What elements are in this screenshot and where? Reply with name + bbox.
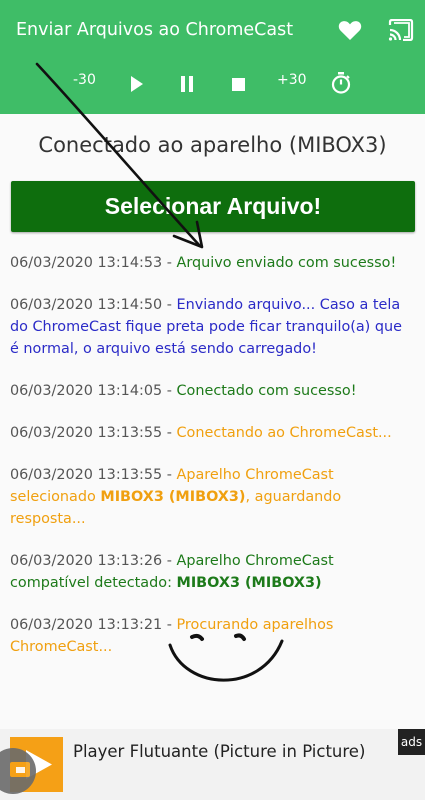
- log-timestamp: 06/03/2020 13:13:55: [10, 425, 163, 441]
- device-name: MIBOX3 (MIBOX3): [100, 489, 246, 505]
- log-entry: 06/03/2020 13:13:26 - Aparelho ChromeCas…: [10, 550, 414, 594]
- forward-button[interactable]: +30: [277, 72, 307, 88]
- log-timestamp: 06/03/2020 13:14:50: [10, 297, 163, 313]
- event-log: 06/03/2020 13:14:53 - Arquivo enviado co…: [10, 252, 414, 678]
- pip-icon: [10, 762, 30, 777]
- heart-icon[interactable]: [338, 19, 362, 41]
- connection-status: Conectado ao aparelho (MIBOX3): [38, 133, 387, 157]
- log-message: Conectado com sucesso!: [176, 383, 357, 399]
- log-timestamp: 06/03/2020 13:13:55: [10, 467, 163, 483]
- log-message: Arquivo enviado com sucesso!: [176, 255, 397, 271]
- select-file-button[interactable]: Selecionar Arquivo!: [11, 181, 415, 232]
- ad-title[interactable]: Player Flutuante (Picture in Picture): [73, 742, 365, 761]
- floating-button[interactable]: [0, 748, 36, 794]
- log-timestamp: 06/03/2020 13:13:21: [10, 617, 163, 633]
- log-timestamp: 06/03/2020 13:13:26: [10, 553, 163, 569]
- log-entry: 06/03/2020 13:14:50 - Enviando arquivo..…: [10, 294, 414, 360]
- app-bar: Enviar Arquivos ao ChromeCast -30 +30: [0, 0, 425, 114]
- device-name: MIBOX3 (MIBOX3): [176, 575, 322, 591]
- log-entry: 06/03/2020 13:14:53 - Arquivo enviado co…: [10, 252, 414, 274]
- ad-badge: ads: [398, 729, 425, 755]
- log-timestamp: 06/03/2020 13:14:05: [10, 383, 163, 399]
- pause-icon[interactable]: [180, 76, 194, 92]
- cast-icon[interactable]: [388, 19, 414, 41]
- log-separator: -: [162, 617, 177, 633]
- log-entry: 06/03/2020 13:13:21 - Procurando aparelh…: [10, 614, 414, 658]
- rewind-button[interactable]: -30: [73, 72, 96, 88]
- log-separator: -: [162, 553, 177, 569]
- timer-icon[interactable]: [331, 72, 351, 94]
- log-separator: -: [162, 255, 177, 271]
- log-entry: 06/03/2020 13:13:55 - Aparelho ChromeCas…: [10, 464, 414, 530]
- log-entry: 06/03/2020 13:13:55 - Conectando ao Chro…: [10, 422, 414, 444]
- log-separator: -: [162, 383, 177, 399]
- play-icon[interactable]: [130, 76, 144, 92]
- log-separator: -: [162, 425, 177, 441]
- log-separator: -: [162, 297, 177, 313]
- ad-banner[interactable]: Player Flutuante (Picture in Picture) ad…: [0, 729, 425, 800]
- log-timestamp: 06/03/2020 13:14:53: [10, 255, 163, 271]
- log-message: Conectando ao ChromeCast...: [176, 425, 392, 441]
- log-entry: 06/03/2020 13:14:05 - Conectado com suce…: [10, 380, 414, 402]
- stop-icon[interactable]: [232, 78, 245, 91]
- app-title: Enviar Arquivos ao ChromeCast: [16, 20, 294, 40]
- log-separator: -: [162, 467, 177, 483]
